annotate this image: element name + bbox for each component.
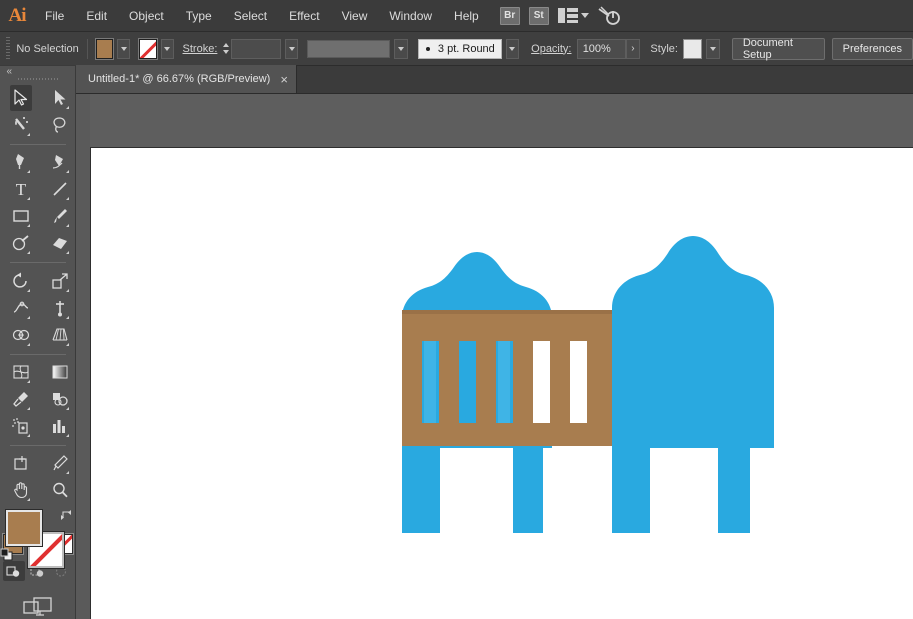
opacity-input[interactable]: 100%	[576, 38, 626, 59]
menu-bar: Ai File Edit Object Type Select Effect V…	[0, 0, 913, 32]
stroke-swatch-dropdown[interactable]	[160, 38, 174, 59]
rectangle-tool[interactable]	[10, 203, 32, 229]
menu-view[interactable]: View	[331, 0, 379, 32]
document-setup-button[interactable]: Document Setup	[731, 37, 825, 61]
hand-tool[interactable]	[10, 477, 32, 503]
rotate-tool[interactable]	[10, 268, 32, 294]
menu-bar-icon-group: Br St	[499, 5, 620, 26]
width-tool[interactable]	[10, 295, 32, 321]
pen-tool[interactable]	[10, 149, 32, 175]
canvas-left-gutter	[76, 94, 90, 619]
brush-dot-icon	[425, 46, 430, 51]
shape-builder-tool[interactable]	[10, 322, 32, 348]
free-transform-tool[interactable]	[49, 295, 71, 321]
opacity-label[interactable]: Opacity:	[531, 43, 571, 55]
stroke-weight-input[interactable]	[230, 38, 281, 59]
brush-definition-dropdown[interactable]	[505, 38, 520, 59]
control-bar-grip[interactable]	[6, 36, 11, 61]
artboard[interactable]	[90, 147, 913, 619]
paintbrush-tool[interactable]	[49, 203, 71, 229]
opacity-expand-button[interactable]: ›	[625, 38, 641, 59]
graphic-style-dropdown[interactable]	[706, 38, 720, 59]
search-adobe-stock-icon[interactable]	[598, 5, 620, 26]
menu-help[interactable]: Help	[443, 0, 490, 32]
menu-file[interactable]: File	[34, 0, 75, 32]
zoom-tool[interactable]	[49, 477, 71, 503]
illustrator-window: Ai File Edit Object Type Select Effect V…	[0, 0, 913, 619]
swap-fill-stroke-icon[interactable]	[60, 508, 74, 522]
close-icon[interactable]: ×	[280, 73, 288, 86]
blend-tool[interactable]	[49, 386, 71, 412]
menu-object[interactable]: Object	[118, 0, 175, 32]
menu-edit[interactable]: Edit	[75, 0, 118, 32]
scale-tool[interactable]	[49, 268, 71, 294]
line-segment-tool[interactable]	[49, 176, 71, 202]
document-tab-bar: Untitled-1* @ 66.67% (RGB/Preview) ×	[0, 65, 913, 94]
lasso-tool[interactable]	[49, 112, 71, 138]
tools-panel-grip[interactable]	[17, 78, 58, 80]
fill-swatch-dropdown[interactable]	[117, 38, 131, 59]
default-fill-stroke-icon[interactable]	[0, 548, 14, 562]
stroke-weight-label[interactable]: Stroke:	[183, 43, 218, 55]
eraser-tool[interactable]	[49, 230, 71, 256]
stroke-weight-stepper[interactable]	[221, 39, 231, 59]
variable-width-dropdown[interactable]	[394, 38, 408, 59]
svg-text:T: T	[15, 180, 26, 198]
symbol-sprayer-tool[interactable]	[10, 413, 32, 439]
artboard-tool[interactable]	[10, 450, 32, 476]
change-screen-mode-button[interactable]	[22, 597, 53, 619]
type-tool[interactable]: T	[10, 176, 32, 202]
tools-panel: « T	[0, 66, 76, 619]
direct-selection-tool[interactable]	[49, 85, 71, 111]
slice-tool[interactable]	[49, 450, 71, 476]
curvature-tool[interactable]	[49, 149, 71, 175]
magic-wand-tool[interactable]	[10, 112, 32, 138]
control-bar: No Selection Stroke: 3 pt. Round Opacity…	[0, 32, 913, 66]
canvas-work-area[interactable]	[76, 94, 913, 619]
mesh-tool[interactable]	[10, 359, 32, 385]
stroke-color-swatch[interactable]	[139, 38, 157, 59]
draw-normal-button[interactable]	[2, 561, 25, 581]
selection-tool[interactable]	[9, 85, 32, 111]
brush-definition-field[interactable]: 3 pt. Round	[417, 38, 502, 59]
color-controls	[0, 509, 71, 569]
stock-icon[interactable]: St	[528, 6, 549, 25]
bridge-icon[interactable]: Br	[499, 6, 520, 25]
stroke-weight-dropdown[interactable]	[285, 38, 299, 59]
menu-select[interactable]: Select	[223, 0, 278, 32]
perspective-grid-tool[interactable]	[49, 322, 71, 348]
graphic-style-swatch[interactable]	[683, 38, 703, 59]
menu-window[interactable]: Window	[378, 0, 443, 32]
menu-effect[interactable]: Effect	[278, 0, 330, 32]
separator	[86, 38, 88, 59]
gradient-tool[interactable]	[49, 359, 71, 385]
ai-logo-icon: Ai	[8, 4, 27, 26]
variable-width-profile-field[interactable]	[306, 39, 391, 58]
arrange-documents-icon[interactable]	[557, 8, 589, 23]
toolbar-fill-swatch[interactable]	[4, 509, 43, 547]
menu-type[interactable]: Type	[175, 0, 223, 32]
chevron-down-icon[interactable]	[580, 13, 589, 18]
column-graph-tool[interactable]	[49, 413, 71, 439]
selection-status-label: No Selection	[16, 42, 79, 55]
document-tab-title: Untitled-1* @ 66.67% (RGB/Preview)	[88, 73, 271, 85]
eyedropper-tool[interactable]	[10, 386, 32, 412]
collapse-panel-icon[interactable]: «	[0, 66, 76, 77]
shaper-tool[interactable]	[10, 230, 32, 256]
baby-crib-illustration	[402, 236, 774, 533]
document-tab-untitled-1[interactable]: Untitled-1* @ 66.67% (RGB/Preview) ×	[76, 65, 297, 93]
preferences-button[interactable]: Preferences	[831, 37, 913, 60]
fill-color-swatch[interactable]	[95, 38, 114, 59]
brush-definition-label: 3 pt. Round	[437, 42, 495, 55]
style-label: Style:	[650, 42, 678, 55]
